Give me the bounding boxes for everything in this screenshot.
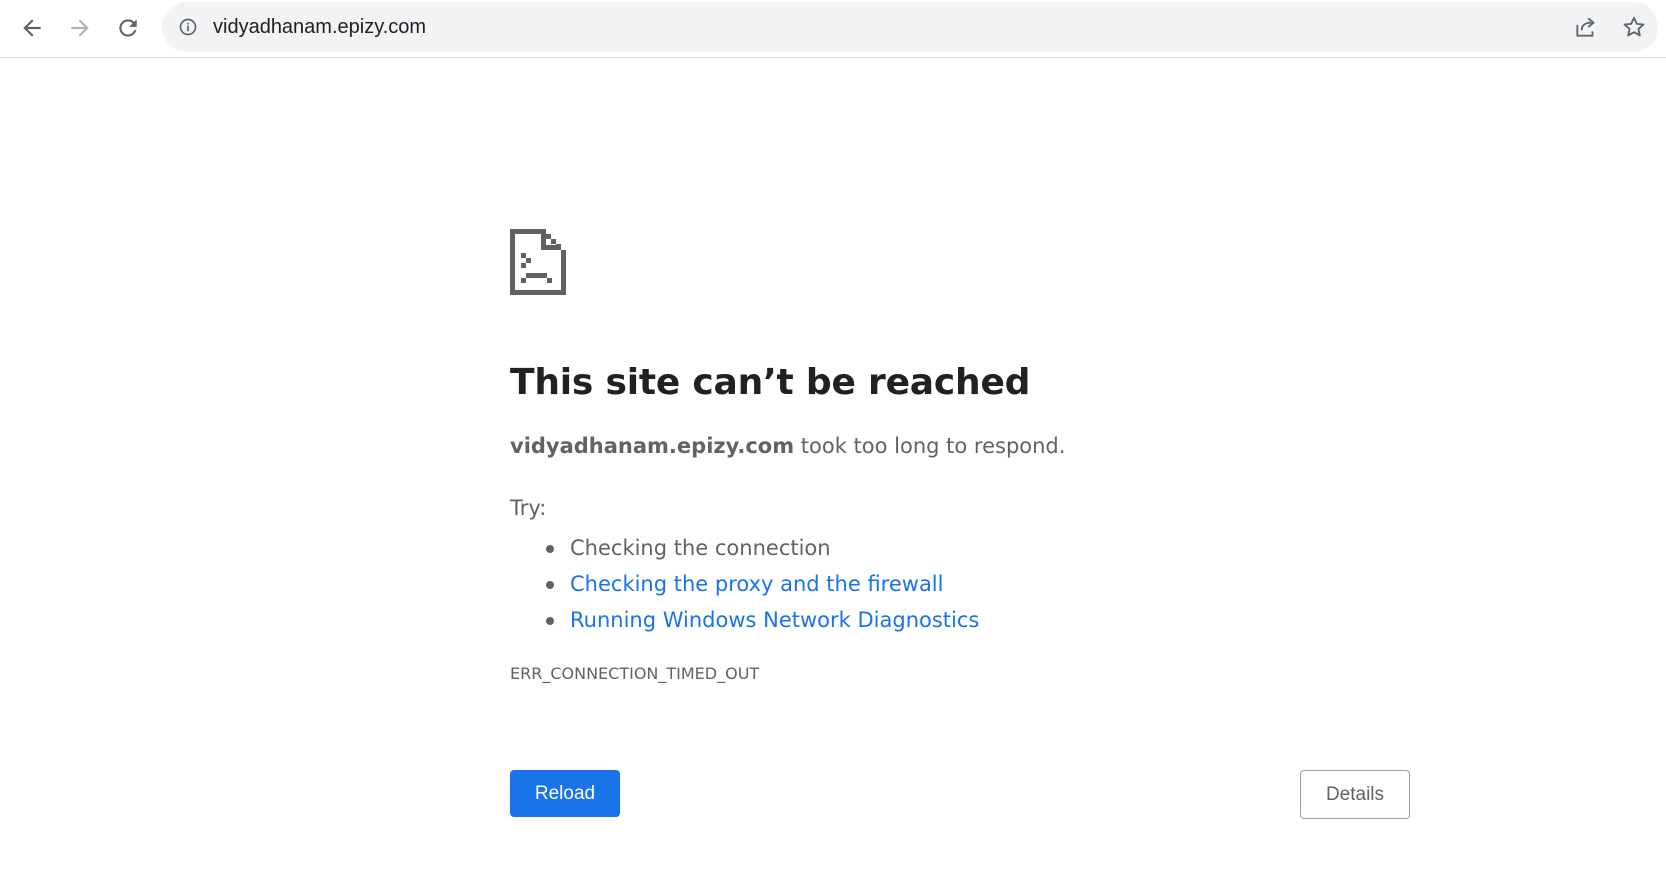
arrow-right-icon	[71, 19, 89, 37]
suggestion-item: Checking the connection	[510, 530, 979, 566]
error-host: vidyadhanam.epizy.com	[510, 434, 795, 458]
suggestions-list: Checking the connection Checking the pro…	[510, 530, 979, 638]
reload-button[interactable]: Reload	[510, 770, 620, 817]
bullet-icon	[546, 617, 554, 625]
star-icon[interactable]	[1621, 14, 1647, 40]
arrow-left-icon	[23, 19, 41, 37]
suggestion-network-diagnostics-link[interactable]: Running Windows Network Diagnostics	[570, 608, 979, 632]
bullet-icon	[546, 581, 554, 589]
suggestion-item: Checking the proxy and the firewall	[510, 566, 979, 602]
suggestion-check-connection: Checking the connection	[570, 536, 831, 560]
suggestion-proxy-firewall-link[interactable]: Checking the proxy and the firewall	[570, 572, 943, 596]
try-label: Try:	[510, 496, 547, 520]
address-bar[interactable]: vidyadhanam.epizy.com	[162, 2, 1658, 52]
forward-button[interactable]	[60, 8, 100, 48]
bullet-icon	[546, 545, 554, 553]
sad-page-icon	[510, 229, 566, 295]
reload-page-button[interactable]	[108, 8, 148, 48]
browser-toolbar: vidyadhanam.epizy.com	[0, 0, 1666, 58]
reload-icon	[119, 19, 137, 37]
details-button[interactable]: Details	[1300, 770, 1410, 819]
back-button[interactable]	[12, 8, 52, 48]
url-text[interactable]: vidyadhanam.epizy.com	[213, 2, 426, 52]
page-title: This site can’t be reached	[510, 362, 1031, 403]
share-icon[interactable]	[1573, 14, 1599, 40]
error-summary: vidyadhanam.epizy.com took too long to r…	[510, 434, 1065, 458]
error-code: ERR_CONNECTION_TIMED_OUT	[510, 664, 760, 683]
suggestion-item: Running Windows Network Diagnostics	[510, 602, 979, 638]
error-message: took too long to respond.	[794, 434, 1066, 458]
info-icon[interactable]	[178, 17, 198, 37]
